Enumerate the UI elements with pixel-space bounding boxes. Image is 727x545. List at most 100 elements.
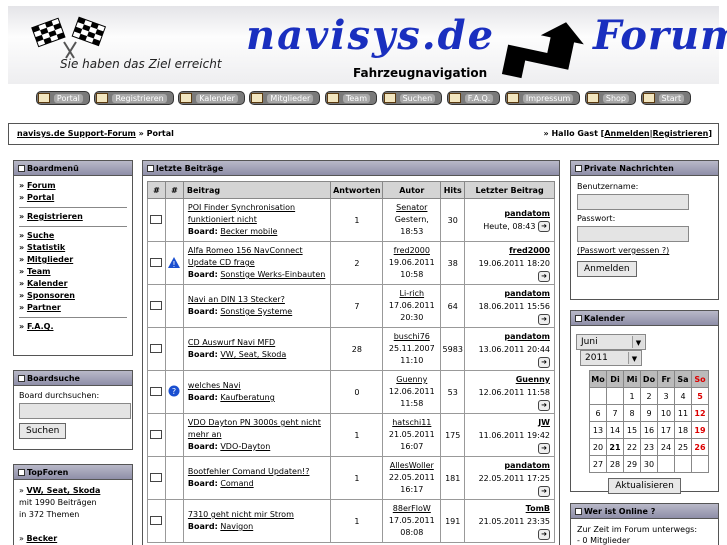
- calendar-day[interactable]: 7: [606, 404, 624, 422]
- topic-link[interactable]: Bootfehler Comand Updaten!?: [188, 467, 310, 476]
- nav-suchen[interactable]: Suchen: [381, 91, 443, 105]
- nav-registrieren[interactable]: Registrieren: [94, 91, 174, 105]
- calendar-day[interactable]: 1: [623, 387, 641, 405]
- calendar-day[interactable]: 2: [640, 387, 658, 405]
- calendar-day[interactable]: 17: [657, 421, 675, 439]
- goto-last-post-icon[interactable]: ➜: [538, 270, 550, 282]
- board-link[interactable]: VW, Seat, Skoda: [220, 350, 286, 359]
- nav-kalender[interactable]: Kalender: [178, 91, 245, 105]
- board-link[interactable]: Becker mobile: [220, 227, 277, 236]
- board-menu-link[interactable]: Kalender: [27, 279, 68, 288]
- board-menu-link[interactable]: Partner: [27, 303, 61, 312]
- board-menu-link[interactable]: Suche: [27, 231, 54, 240]
- register-link[interactable]: Registrieren: [653, 129, 709, 138]
- month-select[interactable]: Juni ▼: [576, 334, 646, 350]
- last-post-user-link[interactable]: JW: [538, 418, 550, 427]
- board-menu-link[interactable]: Mitglieder: [27, 255, 73, 264]
- calendar-day[interactable]: 15: [623, 421, 641, 439]
- calendar-day[interactable]: 5: [691, 387, 709, 405]
- author-link[interactable]: hatschi11: [392, 418, 431, 427]
- board-link[interactable]: Kaufberatung: [220, 393, 274, 402]
- breadcrumb-site-link[interactable]: navisys.de Support-Forum: [17, 129, 136, 138]
- topic-link[interactable]: VDO Dayton PN 3000s geht nicht mehr an: [188, 418, 321, 439]
- nav-mitglieder[interactable]: Mitglieder: [249, 91, 321, 105]
- calendar-day[interactable]: 24: [657, 438, 675, 456]
- board-menu-link[interactable]: Registrieren: [27, 212, 83, 221]
- calendar-day[interactable]: 3: [657, 387, 675, 405]
- calendar-day[interactable]: 22: [623, 438, 641, 456]
- calendar-day[interactable]: 11: [674, 404, 692, 422]
- calendar-day[interactable]: 14: [606, 421, 624, 439]
- username-input[interactable]: [577, 194, 689, 210]
- board-menu-link[interactable]: Portal: [27, 193, 54, 202]
- calendar-day[interactable]: 25: [674, 438, 692, 456]
- calendar-day[interactable]: 20: [589, 438, 607, 456]
- goto-last-post-icon[interactable]: ➜: [538, 442, 550, 454]
- nav-portal[interactable]: Portal: [35, 91, 90, 105]
- nav-start[interactable]: Start: [640, 91, 692, 105]
- last-post-user-link[interactable]: TomB: [526, 504, 550, 513]
- calendar-day[interactable]: 27: [589, 455, 607, 473]
- calendar-day[interactable]: 26: [691, 438, 709, 456]
- goto-last-post-icon[interactable]: ➜: [538, 399, 550, 411]
- password-input[interactable]: [577, 226, 689, 242]
- goto-last-post-icon[interactable]: ➜: [538, 485, 550, 497]
- goto-last-post-icon[interactable]: ➜: [538, 221, 550, 232]
- last-post-user-link[interactable]: pandatom: [504, 332, 550, 341]
- board-link[interactable]: Sonstige Werks-Einbauten: [220, 270, 325, 279]
- calendar-day[interactable]: 19: [691, 421, 709, 439]
- board-menu-link[interactable]: Forum: [27, 181, 56, 190]
- board-link[interactable]: Navigon: [220, 522, 253, 531]
- year-select[interactable]: 2011 ▼: [580, 350, 642, 366]
- author-link[interactable]: AllesWoller: [390, 461, 434, 470]
- goto-last-post-icon[interactable]: ➜: [538, 528, 550, 540]
- calendar-day[interactable]: 10: [657, 404, 675, 422]
- board-link[interactable]: Sonstige Systeme: [220, 307, 292, 316]
- author-link[interactable]: 88erFloW: [393, 504, 431, 513]
- calendar-day[interactable]: 8: [623, 404, 641, 422]
- nav-impressum[interactable]: Impressum: [504, 91, 581, 105]
- calendar-day[interactable]: 21: [606, 438, 624, 456]
- calendar-day[interactable]: 13: [589, 421, 607, 439]
- board-menu-link[interactable]: Sponsoren: [27, 291, 75, 300]
- author-link[interactable]: Senator: [396, 203, 427, 212]
- board-link[interactable]: VDO-Dayton: [220, 442, 270, 451]
- last-post-user-link[interactable]: pandatom: [504, 461, 550, 470]
- topic-link[interactable]: Navi an DIN 13 Stecker?: [188, 295, 285, 304]
- board-menu-link[interactable]: Team: [27, 267, 51, 276]
- refresh-calendar-button[interactable]: Aktualisieren: [608, 478, 681, 494]
- calendar-day[interactable]: 16: [640, 421, 658, 439]
- calendar-day[interactable]: 9: [640, 404, 658, 422]
- last-post-user-link[interactable]: pandatom: [504, 289, 550, 298]
- topic-link[interactable]: 7310 geht nicht mir Strom: [188, 510, 294, 519]
- goto-last-post-icon[interactable]: ➜: [538, 313, 550, 325]
- calendar-day[interactable]: 28: [606, 455, 624, 473]
- calendar-day[interactable]: 23: [640, 438, 658, 456]
- nav-faq[interactable]: F.A.Q.: [446, 91, 501, 105]
- author-link[interactable]: Li-rich: [400, 289, 425, 298]
- nav-team[interactable]: Team: [324, 91, 378, 105]
- last-post-user-link[interactable]: pandatom: [504, 209, 550, 218]
- board-link[interactable]: Comand: [220, 479, 253, 488]
- top-forum-link[interactable]: VW, Seat, Skoda: [26, 486, 100, 495]
- last-post-user-link[interactable]: Guenny: [516, 375, 550, 384]
- calendar-day[interactable]: 12: [691, 404, 709, 422]
- topic-link[interactable]: CD Auswurf Navi MFD: [188, 338, 275, 347]
- board-search-button[interactable]: Suchen: [19, 423, 67, 439]
- calendar-day[interactable]: 29: [623, 455, 641, 473]
- calendar-day[interactable]: 18: [674, 421, 692, 439]
- calendar-day[interactable]: 6: [589, 404, 607, 422]
- author-link[interactable]: Guenny: [396, 375, 427, 384]
- login-link[interactable]: Anmelden: [604, 129, 649, 138]
- nav-shop[interactable]: Shop: [584, 91, 636, 105]
- board-menu-link[interactable]: Statistik: [27, 243, 65, 252]
- login-button[interactable]: Anmelden: [577, 261, 637, 277]
- calendar-day[interactable]: 4: [674, 387, 692, 405]
- calendar-day[interactable]: 30: [640, 455, 658, 473]
- last-post-user-link[interactable]: fred2000: [509, 246, 550, 255]
- topic-link[interactable]: Alfa Romeo 156 NavConnect Update CD frag…: [188, 246, 303, 267]
- author-link[interactable]: fred2000: [394, 246, 430, 255]
- board-search-input[interactable]: [19, 403, 131, 419]
- forgot-password-link[interactable]: (Passwort vergessen ?): [577, 246, 669, 255]
- goto-last-post-icon[interactable]: ➜: [538, 356, 550, 368]
